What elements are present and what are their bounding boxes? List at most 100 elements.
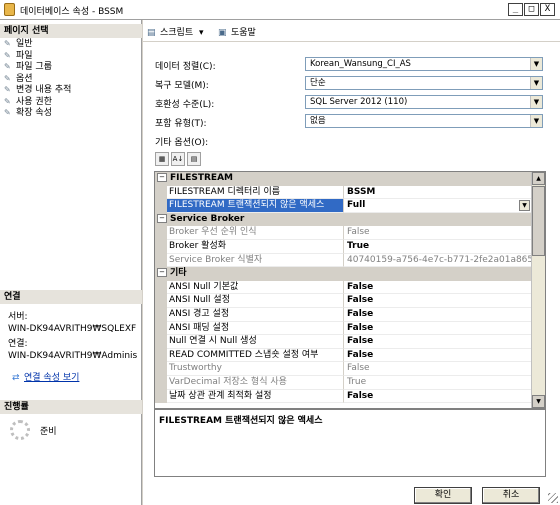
grid-row-value[interactable]: True	[344, 376, 532, 390]
compatibility-level-select[interactable]: SQL Server 2012 (110) ▼	[305, 95, 543, 109]
grid-row[interactable]: ANSI Null 설정 False	[155, 294, 532, 308]
grid-category[interactable]: − Service Broker	[155, 212, 532, 227]
property-description: FILESTREAM 트랜잭션되지 않은 액세스	[154, 409, 546, 477]
grid-row-name: Null 연결 시 Null 생성	[167, 335, 344, 349]
chevron-down-icon[interactable]: ▼	[530, 77, 542, 89]
script-dropdown-icon[interactable]: ▾	[199, 28, 204, 38]
sidebar-item-label: 파일	[16, 50, 33, 61]
right-panel: ▤ 스크립트 ▾ ▣ 도움말 데이터 정렬(C): Korean_Wansung_C…	[143, 20, 560, 505]
grid-row-value[interactable]: Full ▼	[344, 199, 532, 213]
page-icon: ✎	[4, 96, 11, 106]
grid-row-value[interactable]: 40740159-a756-4e7c-b771-2fe2a01a8659	[344, 254, 532, 268]
grid-row-gutter	[155, 294, 167, 308]
grid-row-value[interactable]: False	[344, 226, 532, 240]
grid-scrollbar[interactable]: ▲ ▼	[531, 172, 545, 408]
close-button[interactable]: X	[540, 3, 555, 16]
grid-row-value[interactable]: False	[344, 362, 532, 376]
grid-row[interactable]: Null 연결 시 Null 생성 False	[155, 335, 532, 349]
scroll-down-icon[interactable]: ▼	[532, 395, 545, 408]
collapse-icon[interactable]: −	[157, 213, 167, 223]
grid-row-value-text: False	[347, 295, 374, 306]
progress-status: 준비	[40, 427, 57, 437]
sidebar-item[interactable]: ✎ 파일	[4, 50, 71, 62]
grid-row-value[interactable]: True	[344, 240, 532, 254]
containment-type-value: 없음	[310, 116, 326, 126]
grid-row-value[interactable]: False	[344, 335, 532, 349]
page-icon: ✎	[4, 73, 11, 83]
grid-row-gutter	[155, 240, 167, 254]
grid-row-value[interactable]: False	[344, 294, 532, 308]
chevron-down-icon[interactable]: ▼	[530, 58, 542, 70]
grid-category[interactable]: − FILESTREAM	[155, 172, 532, 186]
collapse-icon[interactable]: −	[157, 173, 167, 182]
categorized-view-icon[interactable]: ▦	[155, 152, 169, 166]
script-button[interactable]: ▤ 스크립트 ▾	[147, 25, 204, 38]
compatibility-level-value: SQL Server 2012 (110)	[310, 97, 408, 107]
grid-row[interactable]: Broker 우선 순위 인식 False	[155, 226, 532, 240]
sidebar-item[interactable]: ✎ 일반	[4, 38, 71, 50]
grid-row[interactable]: ANSI 경고 설정 False	[155, 308, 532, 322]
ok-button[interactable]: 확인	[414, 487, 472, 504]
grid-row[interactable]: READ COMMITTED 스냅숏 설정 여부 False	[155, 348, 532, 363]
grid-row-name: ANSI 패딩 설정	[167, 321, 344, 336]
grid-row-gutter	[155, 226, 167, 240]
grid-row[interactable]: Service Broker 식별자 40740159-a756-4e7c-b77…	[155, 253, 532, 268]
maximize-button[interactable]: □	[524, 3, 539, 16]
recovery-model-select[interactable]: 단순 ▼	[305, 76, 543, 90]
grid-row-value[interactable]: False	[344, 390, 532, 404]
sidebar-item[interactable]: ✎ 확장 속성	[4, 107, 71, 119]
containment-type-select[interactable]: 없음 ▼	[305, 114, 543, 128]
grid-row-value[interactable]: BSSM	[344, 186, 532, 200]
scroll-thumb[interactable]	[532, 186, 545, 256]
grid-row-gutter	[155, 280, 167, 295]
grid-row-name: Broker 우선 순위 인식	[167, 226, 344, 240]
sidebar-item[interactable]: ✎ 변경 내용 추적	[4, 84, 71, 96]
grid-row-gutter	[155, 376, 167, 390]
containment-type-label: 포함 유형(T):	[155, 119, 207, 129]
grid-row-name: VarDecimal 저장소 형식 사용	[167, 376, 344, 390]
collation-select[interactable]: Korean_Wansung_CI_AS ▼	[305, 57, 543, 71]
grid-row-value-text: False	[347, 227, 370, 238]
grid-row-value[interactable]: False	[344, 322, 532, 336]
grid-row-gutter	[155, 308, 167, 322]
page-icon: ✎	[4, 50, 11, 60]
grid-row-value[interactable]: False	[344, 281, 532, 295]
chevron-down-icon[interactable]: ▼	[530, 96, 542, 108]
cancel-button[interactable]: 취소	[482, 487, 540, 504]
resize-grip-icon[interactable]	[548, 493, 558, 503]
window-title: 데이터베이스 속성 - BSSM	[20, 7, 124, 17]
view-connection-properties-link[interactable]: ⇄ 연결 속성 보기	[12, 370, 79, 383]
grid-row-value-text: True	[347, 241, 370, 251]
connection-info: 서버: WIN-DK94AVRITH9₩SQLEXF 연결: WIN-DK94A…	[8, 312, 137, 362]
sidebar-item-label: 옵션	[16, 73, 33, 84]
left-panel: 페이지 선택 ✎ 일반 ✎ 파일 ✎ 파일 그룹 ✎ 옵션 ✎ 변경 내용 추적 ✎ 사용 권한 ✎ 확장…	[0, 20, 142, 505]
chevron-down-icon[interactable]: ▼	[519, 200, 530, 212]
help-label: 도움말	[231, 28, 256, 38]
grid-row[interactable]: Trustworthy False	[155, 362, 532, 376]
help-button[interactable]: ▣ 도움말	[218, 25, 256, 38]
grid-row[interactable]: ANSI Null 기본값 False	[155, 280, 532, 295]
chevron-down-icon[interactable]: ▼	[530, 115, 542, 127]
grid-row[interactable]: FILESTREAM 트랜잭션되지 않은 액세스 Full ▼	[155, 199, 532, 213]
title-bar: 데이터베이스 속성 - BSSM _ □ X	[0, 0, 560, 20]
grid-row-gutter	[155, 335, 167, 349]
grid-row[interactable]: VarDecimal 저장소 형식 사용 True	[155, 376, 532, 390]
sidebar-item[interactable]: ✎ 사용 권한	[4, 96, 71, 108]
property-pages-icon[interactable]: ▤	[187, 152, 201, 166]
grid-row[interactable]: Broker 활성화 True	[155, 240, 532, 254]
property-grid[interactable]: 날짜 상관 관계 최적화 설정 False VarDecimal 저장소 형식 사용…	[154, 171, 546, 409]
grid-row[interactable]: FILESTREAM 디렉터리 이름 BSSM	[155, 185, 532, 200]
minimize-button[interactable]: _	[508, 3, 523, 16]
grid-category[interactable]: − 기타	[155, 267, 532, 281]
help-icon: ▣	[218, 28, 227, 38]
sidebar-item[interactable]: ✎ 옵션	[4, 73, 71, 85]
sidebar-item[interactable]: ✎ 파일 그룹	[4, 61, 71, 73]
alphabetical-sort-icon[interactable]: A↓	[171, 152, 185, 166]
grid-row[interactable]: ANSI 패딩 설정 False	[155, 321, 532, 336]
grid-row-value[interactable]: False	[344, 308, 532, 322]
grid-row-value[interactable]: False	[344, 349, 532, 363]
scroll-up-icon[interactable]: ▲	[532, 172, 545, 185]
grid-category-label: 기타	[170, 268, 187, 279]
grid-row[interactable]: 날짜 상관 관계 최적화 설정 False	[155, 389, 532, 404]
collapse-icon[interactable]: −	[157, 268, 167, 278]
